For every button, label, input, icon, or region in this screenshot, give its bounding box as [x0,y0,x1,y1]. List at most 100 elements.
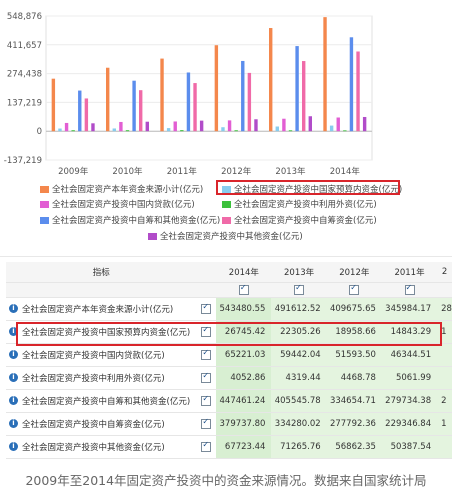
bar [302,61,306,132]
row-checkbox[interactable] [196,297,217,321]
info-icon[interactable]: i [9,373,18,382]
x-tick-label: 2013年 [275,166,306,177]
bar [282,118,286,132]
table-cell: 50387.54 [381,435,438,459]
checkbox-icon[interactable] [201,302,212,314]
checkbox-icon[interactable] [201,348,212,360]
legend-item[interactable]: 全社会固定资产本年资金来源小计(亿元) [40,183,203,195]
header-year[interactable]: 2 [437,262,452,283]
header-year[interactable]: 2014年 [216,262,272,283]
table-cell [437,343,452,367]
row-checkbox[interactable] [196,389,217,413]
table-cell: 409675.65 [326,297,382,321]
bar [269,28,273,132]
checkbox-icon[interactable] [201,394,212,406]
data-table: 指标 2014年 2013年 2012年 2011年 2 i 全社会固定资产本年资… [6,262,452,459]
info-icon[interactable]: i [9,304,18,313]
bar [91,123,95,132]
column-checkbox[interactable] [216,282,272,298]
y-tick-label: 548,876 [7,12,42,22]
legend-item[interactable]: 全社会固定资产投资中自筹资金(亿元) [222,214,377,226]
row-checkbox[interactable] [196,366,217,390]
table-cell: 405545.78 [271,389,327,413]
table-cell: 277792.36 [326,412,382,436]
row-label-text: 全社会固定资产投资中利用外资(亿元) [22,374,165,384]
row-label-text: 全社会固定资产本年资金来源小计(亿元) [22,305,174,315]
header-year[interactable]: 2012年 [326,262,382,283]
bar [343,130,347,132]
table-cell: 229346.84 [381,412,438,436]
row-checkbox[interactable] [196,435,217,459]
checkbox-icon[interactable] [294,283,305,295]
figure-caption: 2009年至2014年固定资产投资中的资金来源情况。数据来自国家统计局 [25,473,427,488]
row-label-text: 全社会固定资产投资中自筹资金(亿元) [22,420,165,430]
table-row: i 全社会固定资产本年资金来源小计(亿元) 543480.55491612.5240… [6,297,452,321]
table-row: i 全社会固定资产投资中利用外资(亿元) 4052.864319.444468.78… [6,366,452,390]
checkbox-icon[interactable] [404,283,415,295]
table-cell [437,435,452,459]
bar [308,116,312,132]
column-checkbox[interactable] [381,282,438,298]
bar [51,78,56,132]
bar [78,90,82,132]
checkbox-icon[interactable] [201,440,212,452]
table-cell: 59442.04 [271,343,327,367]
table-cell: 4468.78 [326,366,382,390]
bar [166,128,171,132]
checkbox-icon[interactable] [201,371,212,383]
row-label: i 全社会固定资产投资中利用外资(亿元) [6,366,197,390]
table-row: i 全社会固定资产投资中自筹资金(亿元) 379737.80334280.02277… [6,412,452,436]
legend-label: 全社会固定资产投资中利用外资(亿元) [234,200,377,210]
header-year[interactable]: 2013年 [271,262,327,283]
bar-chart: 548,876 411,657 274,438 137,219 0 -137,219 200… [4,12,373,177]
info-icon[interactable]: i [9,419,18,428]
bar [362,116,367,132]
legend-item[interactable]: 全社会固定资产投资中其他资金(亿元) [148,230,303,242]
header-year[interactable]: 2011年 [381,262,438,283]
header-separator [0,256,452,257]
checkbox-row-spacer [6,282,197,298]
column-checkbox[interactable] [271,282,327,298]
legend-item[interactable]: 全社会固定资产投资中自筹和其他资金(亿元) [40,214,220,226]
table-cell: 334280.02 [271,412,327,436]
table-cell: 67723.44 [216,435,272,459]
row-label-text: 全社会固定资产投资中国内贷款(亿元) [22,351,165,361]
bar [180,130,184,132]
legend-item[interactable]: 全社会固定资产投资中利用外资(亿元) [222,198,377,210]
x-tick-label: 2012年 [221,166,252,177]
bar [295,46,299,132]
table-row: i 全社会固定资产投资中其他资金(亿元) 67723.4471265.7656862… [6,435,452,459]
checkbox-icon[interactable] [349,283,360,295]
legend-label: 全社会固定资产投资中其他资金(亿元) [160,232,303,242]
legend-swatch [40,186,49,193]
legend-highlight-box [216,180,400,195]
info-icon[interactable]: i [9,442,18,451]
bar [145,121,149,132]
row-checkbox[interactable] [196,343,217,367]
info-icon[interactable]: i [9,396,18,405]
legend-swatch [222,217,231,224]
table-cell: 28 [437,297,452,321]
bar [193,83,197,132]
bar [132,80,136,132]
legend-label: 全社会固定资产投资中自筹资金(亿元) [234,216,377,226]
y-tick-label: 0 [37,127,42,137]
legend-item[interactable]: 全社会固定资产投资中国内贷款(亿元) [40,198,195,210]
y-tick-label: 137,219 [7,98,42,108]
column-checkbox[interactable] [326,282,382,298]
checkbox-icon[interactable] [238,283,249,295]
table-cell [437,366,452,390]
row-checkbox[interactable] [196,412,217,436]
bar [221,127,225,132]
info-icon[interactable]: i [9,350,18,359]
table-cell: 447461.24 [216,389,272,413]
table-row: i 全社会固定资产投资中自筹和其他资金(亿元) 447461.24405545.78… [6,389,452,413]
checkbox-icon[interactable] [201,417,212,429]
row-label: i 全社会固定资产投资中自筹资金(亿元) [6,412,197,436]
bar [241,60,245,132]
table-cell: 1 [437,412,452,436]
table-cell: 2 [437,389,452,413]
legend-label: 全社会固定资产本年资金来源小计(亿元) [52,185,204,195]
bar [125,130,130,132]
bar [106,67,110,132]
